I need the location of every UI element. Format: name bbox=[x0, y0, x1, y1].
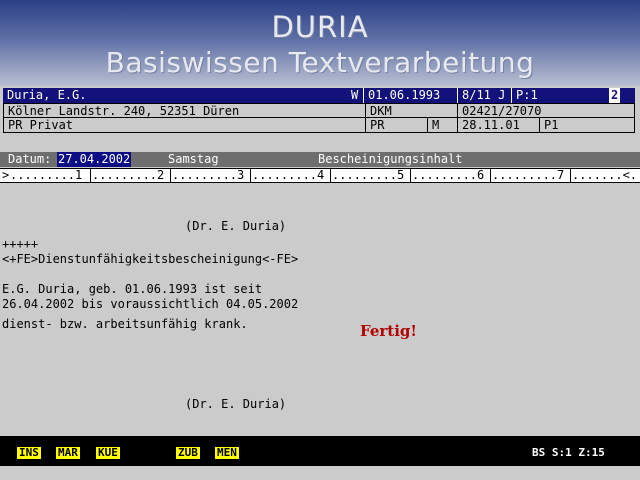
marker-line: +++++ bbox=[2, 237, 39, 251]
patient-header-row-2: Kölner Landstr. 240, 52351 Düren DKM 024… bbox=[3, 103, 635, 119]
key-men[interactable]: MEN bbox=[215, 447, 239, 459]
patient-page: P:1 bbox=[511, 88, 538, 103]
banner-subtitle: Basiswissen Textverarbeitung bbox=[105, 46, 535, 79]
patient-phone: 02421/27070 bbox=[462, 104, 542, 118]
date-label: Datum: bbox=[8, 152, 52, 166]
body-line-2: 26.04.2002 bis voraussichtlich 04.05.200… bbox=[2, 297, 299, 311]
patient-birthdate: 01.06.1993 bbox=[363, 88, 440, 103]
weekday: Samstag bbox=[168, 152, 219, 166]
patient-header-row-1: Duria, E.G. W 01.06.1993 8/11 J P:1 2 bbox=[3, 88, 635, 103]
ruler-segment: .........7 bbox=[490, 168, 565, 182]
patient-sex: M bbox=[428, 118, 458, 133]
app-banner: DURIA Basiswissen Textverarbeitung bbox=[0, 0, 640, 86]
key-mar[interactable]: MAR bbox=[56, 447, 80, 459]
sender-line-bottom: (Dr. E. Duria) bbox=[185, 397, 287, 411]
status-bar: INS MAR KUE ZUB MEN BS S:1 Z:15 bbox=[0, 436, 640, 466]
body-line-3: dienst- bzw. arbeitsunfähig krank. bbox=[2, 317, 248, 331]
fertig-stamp: Fertig! bbox=[360, 322, 417, 340]
patient-p: P1 bbox=[544, 118, 559, 132]
ruler-segment: .........4 bbox=[250, 168, 325, 182]
sender-line-top: (Dr. E. Duria) bbox=[185, 219, 287, 233]
terminal-screen: Duria, E.G. W 01.06.1993 8/11 J P:1 2 Kö… bbox=[0, 86, 640, 480]
cursor-position: BS S:1 Z:15 bbox=[532, 446, 605, 459]
key-zub[interactable]: ZUB bbox=[176, 447, 200, 459]
body-line-1: E.G. Duria, geb. 01.06.1993 ist seit bbox=[2, 282, 263, 296]
ruler-segment: .........6 bbox=[410, 168, 485, 182]
ruler-segment: .......<. bbox=[570, 168, 638, 182]
ruler-segment: .........3 bbox=[170, 168, 245, 182]
patient-type: PR Privat bbox=[4, 118, 366, 133]
key-ins[interactable]: INS bbox=[17, 447, 41, 459]
patient-quarter: 8/11 J bbox=[457, 88, 505, 103]
ruler-segment: .........2 bbox=[90, 168, 165, 182]
patient-address: Kölner Landstr. 240, 52351 Düren bbox=[4, 104, 366, 119]
patient-code: PR bbox=[366, 118, 428, 133]
patient-name[interactable]: Duria, E.G. bbox=[3, 88, 86, 103]
patient-number: 2 bbox=[609, 88, 621, 103]
date-input[interactable]: 27.04.2002 bbox=[57, 152, 132, 167]
banner-title: DURIA bbox=[271, 10, 369, 44]
section-title: Bescheinigungsinhalt bbox=[318, 152, 463, 166]
ruler-start: > bbox=[2, 168, 10, 182]
patient-header-row-3: PR Privat PR M 28.11.01 P1 bbox=[3, 118, 635, 133]
patient-flag: W bbox=[351, 88, 359, 102]
date-bar: Datum: 27.04.2002 Samstag Bescheinigungs… bbox=[0, 152, 640, 167]
document-heading: <+FE>Dienstunfähigkeitsbescheinigung<-FE… bbox=[2, 252, 299, 266]
patient-date: 28.11.01 bbox=[458, 118, 540, 133]
ruler-segment: .........1 bbox=[10, 168, 83, 182]
ruler-segment: .........5 bbox=[330, 168, 405, 182]
key-kue[interactable]: KUE bbox=[96, 447, 120, 459]
patient-insurance: DKM bbox=[366, 104, 458, 119]
text-ruler: > .........1 .........2 .........3 .....… bbox=[0, 168, 640, 183]
